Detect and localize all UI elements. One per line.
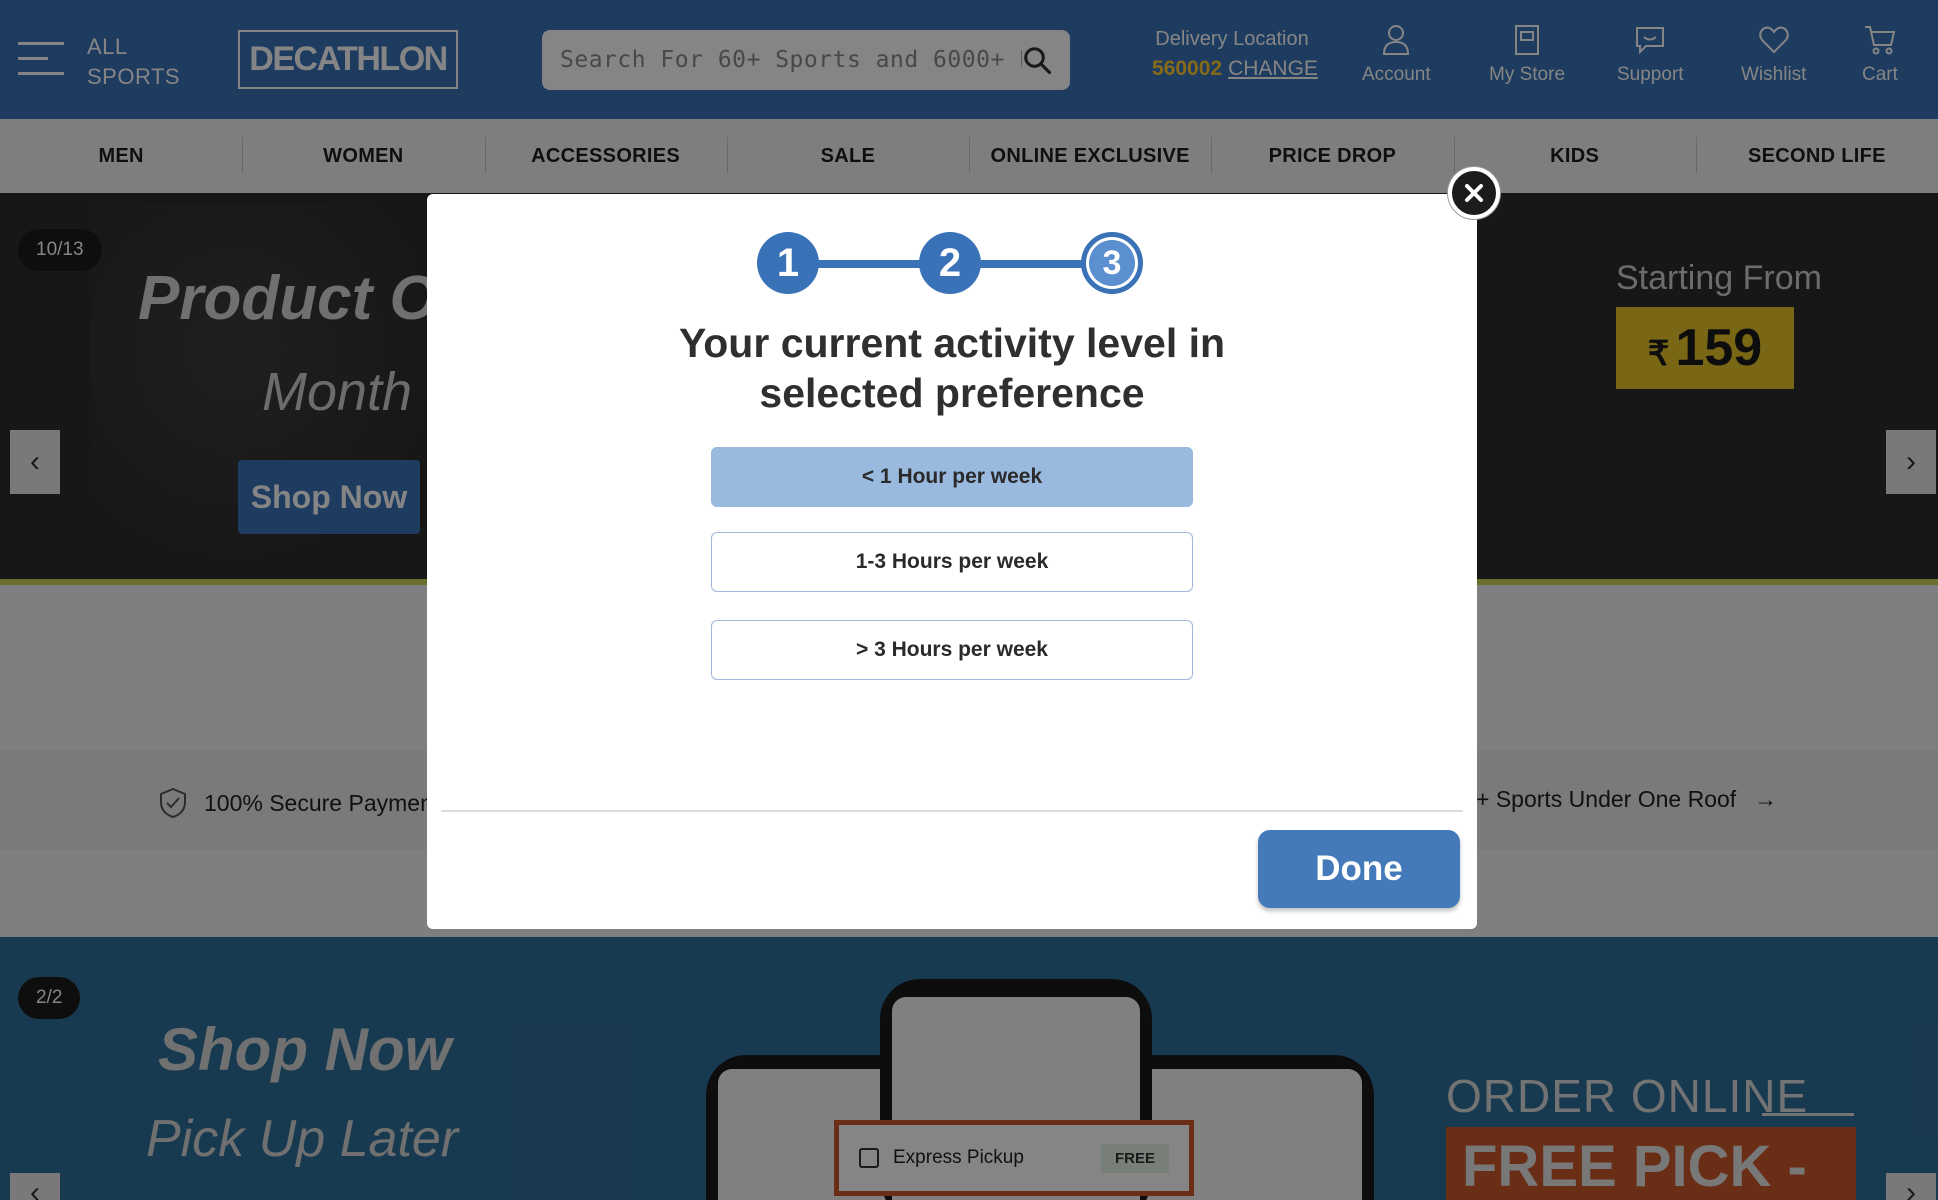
option-more-than-3-hours[interactable]: > 3 Hours per week: [711, 620, 1193, 680]
done-button[interactable]: Done: [1258, 830, 1460, 908]
step-3-label: 3: [1089, 240, 1135, 286]
step-2: 2: [919, 232, 981, 294]
modal-divider: [441, 810, 1463, 812]
close-icon: [1465, 184, 1483, 202]
step-1: 1: [757, 232, 819, 294]
activity-level-modal: 1 2 3 Your current activity level in sel…: [427, 194, 1477, 929]
modal-title: Your current activity level in selected …: [427, 318, 1477, 418]
close-modal-button[interactable]: [1448, 167, 1500, 219]
option-1-3-hours[interactable]: 1-3 Hours per week: [711, 532, 1193, 592]
modal-title-line2: selected preference: [759, 370, 1145, 416]
modal-title-line1: Your current activity level in: [678, 320, 1226, 366]
step-indicator: 1 2 3: [757, 232, 1147, 294]
option-less-than-1-hour[interactable]: < 1 Hour per week: [711, 447, 1193, 507]
step-connector-2: [967, 260, 1097, 268]
step-connector-1: [807, 260, 927, 268]
step-3-current: 3: [1081, 232, 1143, 294]
